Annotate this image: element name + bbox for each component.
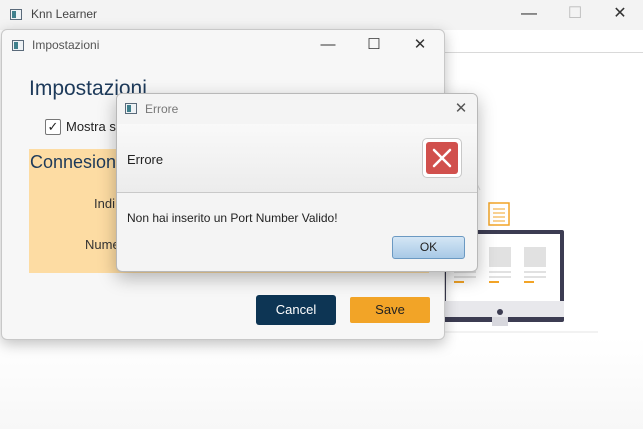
error-titlebar[interactable]: Errore ✕ bbox=[117, 94, 477, 124]
cancel-button[interactable]: Cancel bbox=[256, 295, 336, 325]
main-bottom-area bbox=[0, 337, 643, 429]
save-button[interactable]: Save bbox=[350, 297, 430, 323]
main-window-title: Knn Learner bbox=[31, 7, 98, 21]
error-header: Errore bbox=[117, 124, 477, 193]
settings-window-icon bbox=[12, 40, 24, 51]
error-window-icon bbox=[125, 103, 137, 114]
error-message: Non hai inserito un Port Number Valido! bbox=[127, 211, 338, 225]
document-icon bbox=[488, 202, 510, 226]
address-label: Indi bbox=[94, 196, 115, 211]
number-label: Nume bbox=[85, 237, 120, 252]
main-maximize-button[interactable]: ☐ bbox=[552, 0, 598, 30]
show-checkbox-label[interactable]: Mostra so bbox=[66, 119, 123, 134]
settings-titlebar[interactable]: Impostazioni — ☐ ✕ bbox=[2, 30, 444, 60]
main-minimize-button[interactable]: — bbox=[506, 0, 552, 30]
main-titlebar[interactable]: Knn Learner — ☐ ✕ bbox=[0, 0, 643, 30]
connection-heading: Connesione bbox=[30, 152, 127, 172]
show-checkbox[interactable]: ✓ bbox=[45, 119, 61, 135]
settings-close-button[interactable]: ✕ bbox=[400, 32, 440, 58]
error-dialog-title: Errore bbox=[145, 102, 179, 116]
error-close-button[interactable]: ✕ bbox=[447, 96, 475, 122]
error-dialog: Errore ✕ Errore Non hai inserito un Port… bbox=[116, 93, 478, 272]
error-header-text: Errore bbox=[127, 152, 164, 167]
ok-button[interactable]: OK bbox=[392, 236, 465, 259]
close-x-icon bbox=[432, 148, 452, 168]
settings-window-title: Impostazioni bbox=[32, 38, 100, 52]
main-close-button[interactable]: ✕ bbox=[597, 0, 643, 30]
error-icon bbox=[422, 138, 462, 178]
settings-minimize-button[interactable]: — bbox=[308, 32, 348, 58]
app-icon bbox=[10, 9, 22, 20]
settings-maximize-button[interactable]: ☐ bbox=[354, 32, 394, 58]
main-divider bbox=[442, 52, 643, 53]
